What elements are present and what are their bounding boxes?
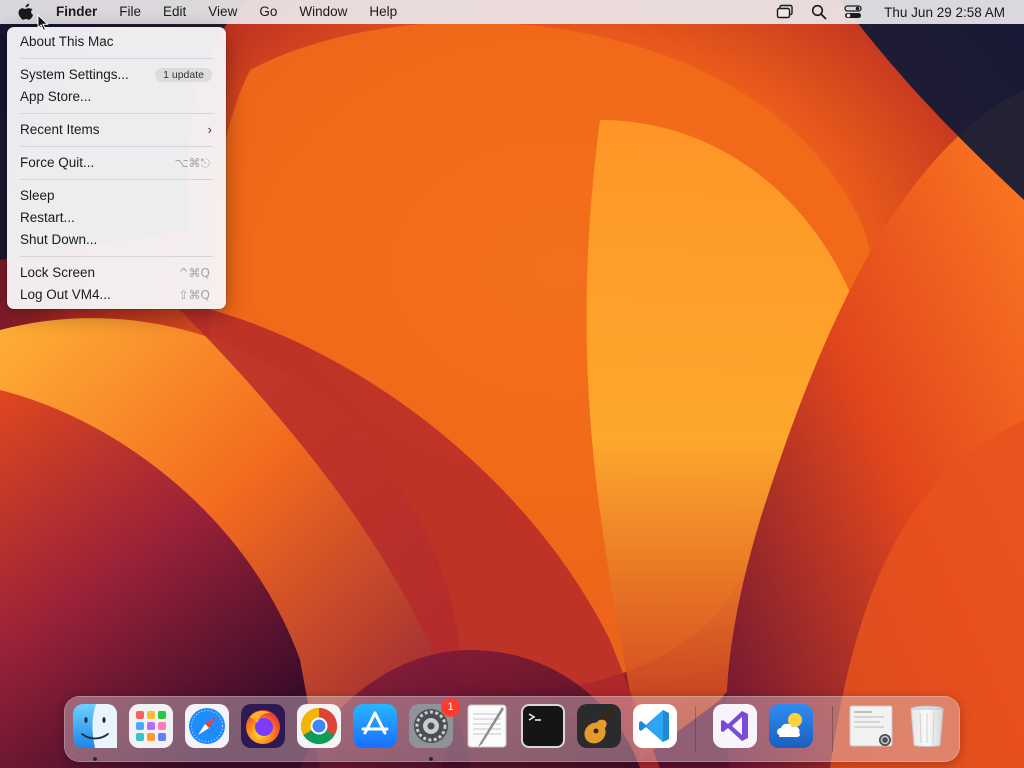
- menu-item-label: About This Mac: [20, 34, 114, 49]
- menu-separator: [20, 146, 213, 147]
- weather-icon[interactable]: [768, 703, 814, 749]
- firefox-icon[interactable]: [240, 703, 286, 749]
- menu-separator: [20, 179, 213, 180]
- apple-logo-icon[interactable]: [17, 3, 35, 21]
- menu-go[interactable]: Go: [248, 0, 288, 24]
- menu-app-name[interactable]: Finder: [45, 0, 108, 24]
- screen-mirroring-icon[interactable]: [775, 2, 795, 22]
- downloads-stack-icon[interactable]: [848, 703, 894, 749]
- menu-item-label: Restart...: [20, 210, 75, 225]
- running-indicator: [93, 757, 97, 761]
- menu-separator: [20, 113, 213, 114]
- notification-badge: 1: [441, 698, 460, 717]
- menu-item-force-quit[interactable]: Force Quit... ⌥⌘⎋: [7, 152, 226, 174]
- menu-separator: [20, 256, 213, 257]
- garageband-icon[interactable]: [576, 703, 622, 749]
- menu-bar-clock[interactable]: Thu Jun 29 2:58 AM: [884, 5, 1005, 20]
- menu-item-label: Force Quit...: [20, 155, 95, 170]
- menu-item-label: System Settings...: [20, 67, 129, 82]
- menu-item-label: App Store...: [20, 89, 92, 104]
- menu-item-label: Log Out VM4...: [20, 287, 111, 302]
- launchpad-icon[interactable]: [128, 703, 174, 749]
- menu-item-sleep[interactable]: Sleep: [7, 185, 226, 207]
- control-center-icon[interactable]: [843, 2, 863, 22]
- menu-bar: Finder File Edit View Go Window Help Thu…: [0, 0, 1024, 24]
- menu-item-system-settings[interactable]: System Settings... 1 update: [7, 64, 226, 86]
- menu-item-log-out[interactable]: Log Out VM4... ⇧⌘Q: [7, 284, 226, 306]
- keyboard-shortcut: ⇧⌘Q: [178, 288, 211, 302]
- menu-item-app-store[interactable]: App Store...: [7, 86, 226, 108]
- dock-separator: [695, 706, 696, 752]
- running-indicator: [429, 757, 433, 761]
- finder-icon[interactable]: [72, 703, 118, 749]
- spotlight-search-icon[interactable]: [809, 2, 829, 22]
- chevron-right-icon: ›: [207, 122, 212, 137]
- chrome-icon[interactable]: [296, 703, 342, 749]
- app-store-icon[interactable]: [352, 703, 398, 749]
- vscode-icon[interactable]: [632, 703, 678, 749]
- menu-edit[interactable]: Edit: [152, 0, 197, 24]
- safari-icon[interactable]: [184, 703, 230, 749]
- update-badge: 1 update: [155, 68, 212, 82]
- visual-studio-icon[interactable]: [712, 703, 758, 749]
- mouse-cursor-icon: [37, 13, 49, 37]
- menu-item-recent-items[interactable]: Recent Items ›: [7, 119, 226, 141]
- menu-window[interactable]: Window: [288, 0, 358, 24]
- keyboard-shortcut: ^⌘Q: [178, 266, 211, 280]
- menu-item-shut-down[interactable]: Shut Down...: [7, 229, 226, 251]
- menu-item-label: Shut Down...: [20, 232, 98, 247]
- terminal-icon[interactable]: [520, 703, 566, 749]
- menu-view[interactable]: View: [197, 0, 248, 24]
- menu-item-label: Sleep: [20, 188, 55, 203]
- dock: 1: [64, 696, 960, 762]
- textedit-icon[interactable]: [464, 703, 510, 749]
- dock-separator: [832, 706, 833, 752]
- keyboard-shortcut: ⌥⌘⎋: [174, 156, 210, 170]
- menu-file[interactable]: File: [108, 0, 152, 24]
- trash-icon[interactable]: [904, 703, 950, 749]
- menu-help[interactable]: Help: [358, 0, 408, 24]
- menu-item-label: Lock Screen: [20, 265, 96, 280]
- menu-item-restart[interactable]: Restart...: [7, 207, 226, 229]
- menu-separator: [20, 58, 213, 59]
- menu-item-label: Recent Items: [20, 122, 100, 137]
- apple-menu: About This Mac System Settings... 1 upda…: [7, 27, 226, 309]
- menu-item-lock-screen[interactable]: Lock Screen ^⌘Q: [7, 262, 226, 284]
